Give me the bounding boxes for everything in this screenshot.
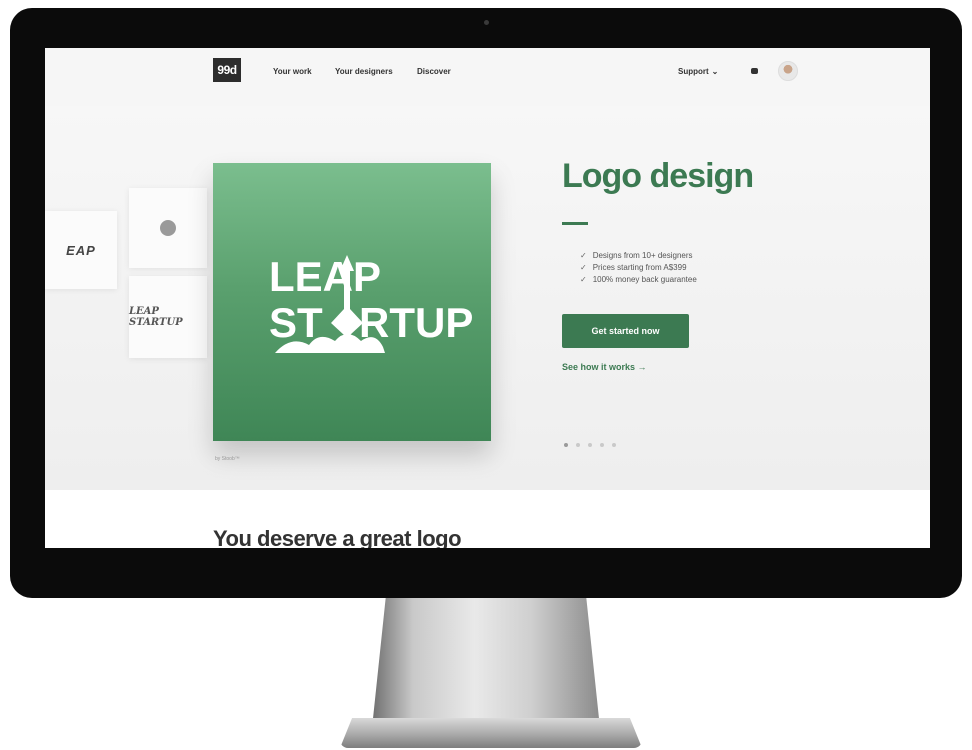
feature-text: 100% money back guarantee <box>592 274 697 284</box>
feature-item: ✓ Prices starting from A$399 <box>580 261 697 273</box>
page-title: Logo design <box>562 157 754 195</box>
chat-icon[interactable] <box>751 68 758 74</box>
carousel-dot[interactable] <box>588 443 592 447</box>
carousel-dot[interactable] <box>612 443 616 447</box>
hero-section: EAP LEAP STARTUP LEAP ST RTUP by Stoob™ … <box>45 106 930 490</box>
section-title: You deserve a great logo <box>213 526 462 548</box>
thumbnail-text: EAP <box>66 242 96 258</box>
feature-item: ✓ 100% money back guarantee <box>580 273 697 285</box>
logo-line-leap: LEAP <box>269 253 381 300</box>
feature-text: Designs from 10+ designers <box>592 250 693 260</box>
thumbnail-text: LEAP STARTUP <box>129 306 183 328</box>
brand-logo[interactable]: 99d <box>213 58 241 82</box>
get-started-button[interactable]: Get started now <box>562 314 689 348</box>
monitor-bezel: 99d Your work Your designers Discover Su… <box>10 8 962 598</box>
camera-dot <box>484 20 489 25</box>
check-icon: ✓ <box>580 250 587 260</box>
avatar[interactable] <box>778 61 798 81</box>
monitor-stand-neck <box>372 598 600 728</box>
carousel-dots <box>564 443 616 447</box>
feature-list: ✓ Designs from 10+ designers ✓ Prices star… <box>580 249 697 285</box>
featured-logo-tile[interactable]: LEAP ST RTUP <box>213 163 491 441</box>
leap-startup-logo: LEAP ST RTUP <box>269 253 473 353</box>
nav-link-your-work[interactable]: Your work <box>273 67 312 76</box>
top-nav: 99d Your work Your designers Discover Su… <box>45 48 930 106</box>
feature-text: Prices starting from A$399 <box>592 262 687 272</box>
check-icon: ✓ <box>580 262 587 272</box>
logo-line-st: ST <box>269 299 323 346</box>
designer-byline: by Stoob™ <box>215 456 240 462</box>
check-icon: ✓ <box>580 274 587 284</box>
feature-item: ✓ Designs from 10+ designers <box>580 249 697 261</box>
browser-screen: 99d Your work Your designers Discover Su… <box>45 48 930 548</box>
nav-link-your-designers[interactable]: Your designers <box>335 67 393 76</box>
support-label: Support <box>678 67 709 76</box>
logo-thumbnail-eap[interactable]: EAP <box>45 211 117 289</box>
support-menu[interactable]: Support ⌄ <box>678 67 718 76</box>
chevron-down-icon: ⌄ <box>711 67 719 76</box>
carousel-dot[interactable] <box>600 443 604 447</box>
how-it-works-link[interactable]: See how it works → <box>562 362 647 372</box>
content-section: You deserve a great logo <box>45 490 930 548</box>
carousel-dot[interactable] <box>576 443 580 447</box>
rocket-trail <box>344 271 350 335</box>
carousel-dot[interactable] <box>564 443 568 447</box>
nav-link-discover[interactable]: Discover <box>417 67 451 76</box>
title-underline <box>562 222 588 225</box>
circle-mark-icon <box>160 220 176 236</box>
logo-thumbnail-circle[interactable] <box>129 188 207 268</box>
monitor-stand-base <box>340 718 642 748</box>
logo-thumbnail-script[interactable]: LEAP STARTUP <box>129 276 207 358</box>
